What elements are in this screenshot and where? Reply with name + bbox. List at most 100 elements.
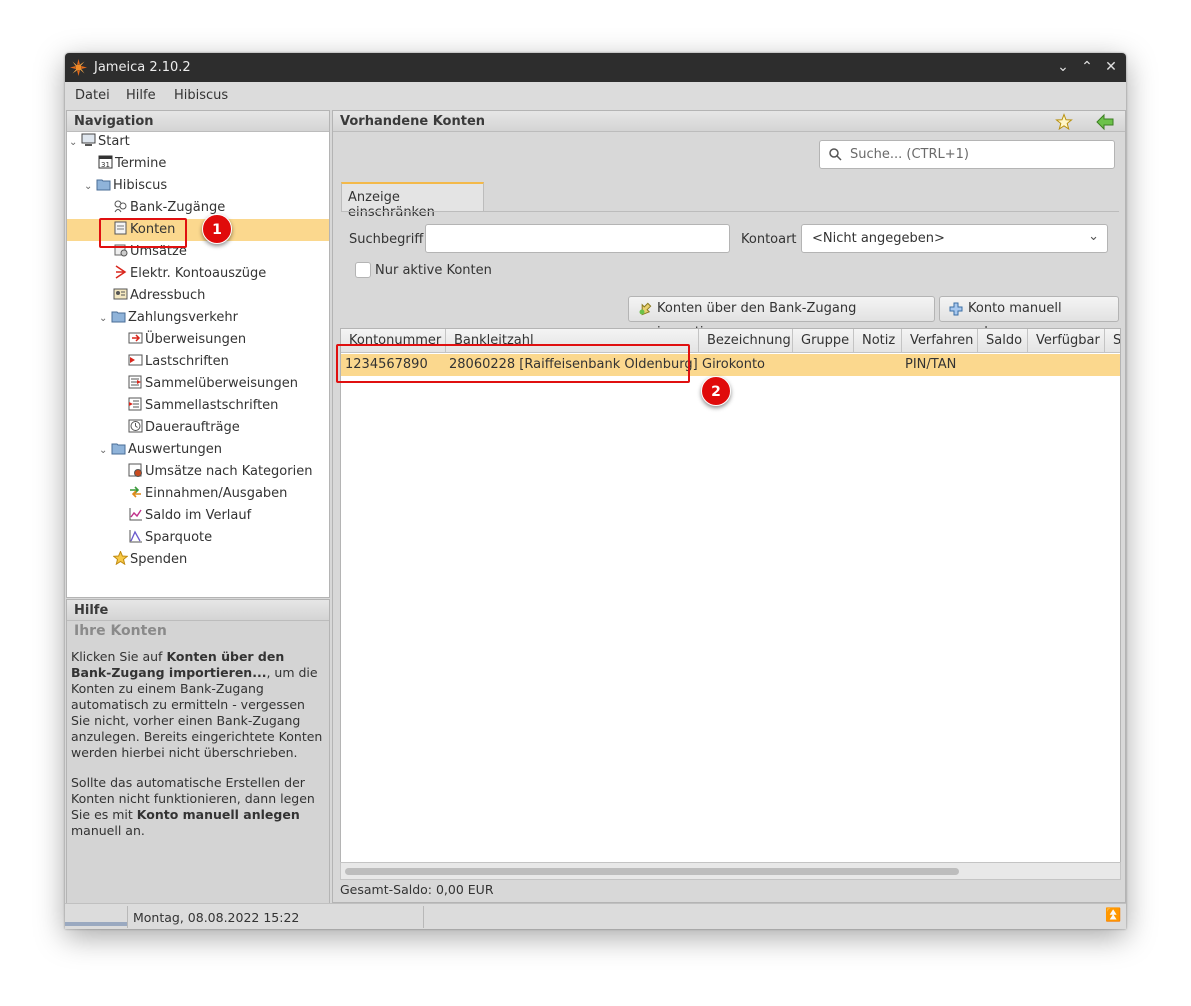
nav-item-spenden[interactable]: Spenden (113, 549, 187, 571)
help-panel: Hilfe Ihre Konten Klicken Sie auf Konten… (66, 599, 330, 904)
nav-label-start: Start (98, 134, 130, 149)
import-icon (639, 302, 652, 316)
cell-bezeichnung: Girokonto (702, 357, 766, 372)
income-expense-icon (130, 486, 141, 498)
nav-label-sammelueberweisungen: Sammelüberweisungen (145, 376, 298, 391)
star-icon (113, 551, 128, 565)
nav-label-hibiscus: Hibiscus (113, 178, 168, 193)
nav-item-sparquote[interactable]: Sparquote (128, 527, 212, 549)
search-input[interactable]: Suche... (CTRL+1) (819, 140, 1115, 169)
chevron-down-icon[interactable]: ⌄ (99, 440, 111, 462)
expand-up-icon[interactable]: ⏫ (1105, 908, 1121, 923)
search-placeholder: Suche... (CTRL+1) (850, 147, 970, 162)
nav-item-kontoauszuege[interactable]: Elektr. Kontoauszüge (113, 263, 266, 285)
maximize-button[interactable]: ⌃ (1077, 57, 1097, 77)
batch-transfer-icon (128, 375, 142, 389)
debit-icon (128, 354, 143, 366)
calendar-icon: 31 (98, 155, 113, 169)
total-balance: Gesamt-Saldo: 0,00 EUR (340, 882, 494, 897)
nav-item-ueberweisungen[interactable]: Überweisungen (128, 329, 246, 351)
kontoart-label: Kontoart (741, 232, 797, 247)
tab-label: Anzeige einschränken (348, 190, 435, 220)
help-bold-text: Konto manuell anlegen (136, 807, 300, 822)
nav-item-start[interactable]: ⌄ Start (69, 131, 130, 153)
close-button[interactable]: ✕ (1101, 57, 1121, 77)
column-header[interactable]: Verfahren (902, 329, 978, 353)
batch-debit-icon (128, 397, 142, 411)
only-active-checkbox[interactable] (355, 262, 371, 278)
clock-icon (128, 419, 143, 433)
nav-label-sammellastschriften: Sammellastschriften (145, 398, 279, 413)
savings-chart-icon (129, 530, 142, 543)
nav-label-termine: Termine (115, 156, 167, 171)
bookmark-star-icon[interactable] (1055, 113, 1073, 131)
nav-item-termine[interactable]: 31 Termine (98, 153, 166, 175)
scrollbar-thumb[interactable] (345, 868, 959, 875)
nav-label-lastschriften: Lastschriften (145, 354, 229, 369)
folder-icon (111, 311, 126, 323)
nav-label-dauerauftraege: Daueraufträge (145, 420, 240, 435)
folder-icon (96, 179, 111, 191)
menu-hibiscus[interactable]: Hibiscus (174, 88, 228, 103)
nav-item-zahlungsverkehr[interactable]: ⌄ Zahlungsverkehr (99, 307, 238, 329)
column-header[interactable]: Bezeichnung (699, 329, 793, 353)
tab-anzeige-einschraenken[interactable]: Anzeige einschränken (341, 182, 484, 220)
menu-hilfe[interactable]: Hilfe (126, 88, 156, 103)
nav-item-dauerauftraege[interactable]: Daueraufträge (128, 417, 240, 439)
category-report-icon (128, 463, 142, 477)
navigation-header: Navigation (67, 111, 329, 132)
suchbegriff-label: Suchbegriff (349, 232, 424, 247)
back-arrow-icon[interactable] (1095, 113, 1115, 131)
nav-item-adressbuch[interactable]: Adressbuch (113, 285, 205, 307)
annotation-box-account-row (336, 344, 690, 383)
minimize-button[interactable]: ⌄ (1053, 57, 1073, 77)
nav-item-hibiscus[interactable]: ⌄ Hibiscus (84, 175, 167, 197)
nav-item-umsaetze-kategorien[interactable]: Umsätze nach Kategorien (128, 461, 312, 483)
column-header[interactable]: Verfügbar (1028, 329, 1105, 353)
annotation-badge-1: 1 (202, 214, 232, 244)
divider (423, 906, 424, 928)
column-header[interactable]: S (1105, 329, 1120, 353)
chevron-down-icon: ⌄ (1088, 229, 1099, 244)
tab-divider (341, 211, 1119, 212)
kontoart-select[interactable]: <Nicht angegeben> ⌄ (801, 224, 1108, 253)
import-accounts-button[interactable]: Konten über den Bank-Zugang importieren.… (628, 296, 935, 340)
chevron-down-icon[interactable]: ⌄ (69, 132, 81, 154)
chevron-down-icon[interactable]: ⌄ (84, 176, 96, 198)
help-text: Klicken Sie auf (71, 649, 167, 664)
nav-label-ueberweisungen: Überweisungen (145, 332, 247, 347)
help-title: Ihre Konten (74, 623, 167, 639)
nav-label-umsaetze-kategorien: Umsätze nach Kategorien (145, 464, 313, 479)
page-title: Vorhandene Konten (340, 114, 486, 129)
help-paragraph-1: Klicken Sie auf Konten über den Bank-Zug… (71, 649, 323, 761)
suchbegriff-input[interactable] (425, 224, 730, 253)
users-icon (114, 200, 127, 213)
transfer-icon (128, 332, 143, 344)
nav-item-einnahmen-ausgaben[interactable]: Einnahmen/Ausgaben (128, 483, 287, 505)
column-header[interactable]: Saldo (978, 329, 1028, 353)
nav-item-sammellastschriften[interactable]: Sammellastschriften (128, 395, 278, 417)
menu-datei[interactable]: Datei (75, 88, 110, 103)
chevron-down-icon[interactable]: ⌄ (99, 308, 111, 330)
main-panel: Vorhandene Konten Suche... (CTRL+1) Anze… (332, 110, 1126, 903)
annotation-box-konten (99, 218, 187, 248)
status-bar: Montag, 08.08.2022 15:22 ⏫ (65, 903, 1126, 929)
app-window: Jameica 2.10.2 ⌄ ⌃ ✕ Datei Hilfe Hibiscu… (65, 53, 1126, 929)
nav-label-zahlungsverkehr: Zahlungsverkehr (128, 310, 238, 325)
nav-item-saldo-verlauf[interactable]: Saldo im Verlauf (128, 505, 251, 527)
add-account-button[interactable]: Konto manuell anlegen (939, 296, 1119, 340)
nav-item-sammelueberweisungen[interactable]: Sammelüberweisungen (128, 373, 298, 395)
folder-icon (111, 443, 126, 455)
nav-label-kontoauszuege: Elektr. Kontoauszüge (130, 266, 267, 281)
menu-bar: Datei Hilfe Hibiscus (65, 82, 1126, 110)
pdf-icon (115, 265, 127, 279)
accounts-table[interactable]: Kontonummer Bankleitzahl Bezeichnung Gru… (340, 328, 1121, 864)
line-chart-icon (129, 508, 142, 521)
nav-item-lastschriften[interactable]: Lastschriften (128, 351, 229, 373)
nav-item-auswertungen[interactable]: ⌄ Auswertungen (99, 439, 222, 461)
column-header[interactable]: Gruppe (793, 329, 854, 353)
column-header[interactable]: Notiz (854, 329, 902, 353)
horizontal-scrollbar[interactable] (340, 862, 1121, 880)
kontoart-value: <Nicht angegeben> (812, 231, 945, 246)
nav-label-auswertungen: Auswertungen (128, 442, 222, 457)
